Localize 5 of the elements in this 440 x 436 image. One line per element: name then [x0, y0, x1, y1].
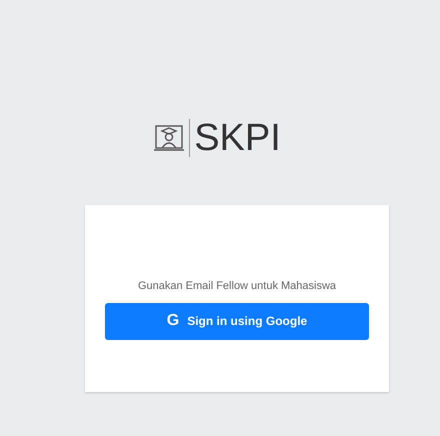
- google-icon: G: [166, 309, 180, 333]
- google-sign-in-button[interactable]: G Sign in using Google: [105, 302, 369, 340]
- hint-text: Gunakan Email Fellow untuk Mahasiswa: [138, 279, 336, 294]
- graduate-icon: [153, 122, 186, 152]
- logo-text: SKPI: [194, 118, 281, 156]
